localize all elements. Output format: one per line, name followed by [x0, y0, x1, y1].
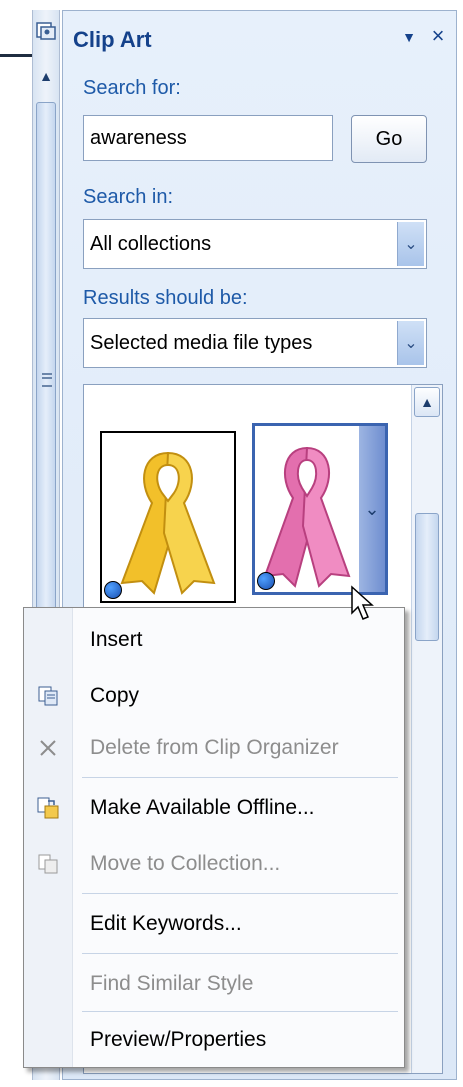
media-type-value: Selected media file types	[90, 331, 313, 354]
pane-close-icon[interactable]: ×	[427, 25, 449, 47]
offline-icon	[36, 796, 60, 820]
delete-icon	[36, 736, 60, 760]
menu-item-label: Delete from Clip Organizer	[90, 736, 339, 759]
menu-separator	[82, 953, 398, 954]
document-edge	[0, 54, 32, 57]
scrollbar-grip-icon	[42, 373, 52, 387]
menu-item-label: Find Similar Style	[90, 972, 254, 995]
clip-options-chevron-down-icon[interactable]: ⌄	[359, 426, 385, 592]
menu-separator	[82, 1011, 398, 1012]
pane-title: Clip Art	[73, 27, 152, 52]
search-in-value: All collections	[90, 232, 212, 255]
menu-item-move-to-collection[interactable]: Move to Collection...	[24, 838, 404, 890]
media-type-select[interactable]: Selected media file types ⌄	[83, 318, 427, 368]
search-input-value: awareness	[90, 126, 187, 149]
mouse-cursor-icon	[351, 585, 374, 620]
clip-thumbnail-yellow-ribbon[interactable]	[100, 431, 236, 603]
results-scrollbar-thumb[interactable]	[415, 513, 439, 641]
menu-item-delete-from-clip-organizer[interactable]: Delete from Clip Organizer	[24, 722, 404, 774]
results-scroll-up-icon[interactable]: ▲	[414, 387, 440, 417]
menu-separator	[82, 777, 398, 778]
search-input[interactable]: awareness	[83, 115, 333, 161]
search-for-label: Search for:	[83, 77, 181, 99]
go-button[interactable]: Go	[351, 115, 427, 163]
chevron-down-icon[interactable]: ⌄	[397, 222, 424, 266]
results-should-be-label: Results should be:	[83, 287, 248, 309]
clip-thumbnail-pink-ribbon[interactable]: ⌄	[252, 423, 388, 595]
menu-item-label: Move to Collection...	[90, 852, 281, 875]
menu-item-label: Make Available Offline...	[90, 796, 315, 819]
chevron-down-icon[interactable]: ⌄	[397, 321, 424, 365]
copy-icon	[36, 684, 60, 708]
menu-separator	[82, 893, 398, 894]
menu-item-preview-properties[interactable]: Preview/Properties	[24, 1014, 404, 1066]
menu-item-label: Insert	[90, 628, 143, 651]
menu-item-label: Copy	[90, 684, 140, 707]
move-icon	[36, 852, 60, 876]
search-in-select[interactable]: All collections ⌄	[83, 219, 427, 269]
menu-item-insert[interactable]: Insert	[24, 614, 404, 666]
results-scrollbar[interactable]: ▲	[411, 385, 442, 1073]
menu-item-edit-keywords[interactable]: Edit Keywords...	[24, 898, 404, 950]
scrollbar-thumb[interactable]	[36, 102, 56, 662]
menu-item-find-similar-style[interactable]: Find Similar Style	[24, 958, 404, 1010]
yellow-ribbon-icon	[120, 451, 216, 595]
search-in-label: Search in:	[83, 186, 174, 208]
scroll-up-arrow-icon[interactable]: ▲	[35, 56, 57, 96]
menu-item-copy[interactable]: Copy	[24, 670, 404, 722]
menu-item-make-available-offline[interactable]: Make Available Offline...	[24, 782, 404, 834]
pink-ribbon-icon	[263, 446, 351, 588]
clip-art-pane-icon	[35, 20, 57, 42]
web-clip-globe-icon	[257, 572, 275, 590]
menu-item-label: Preview/Properties	[90, 1028, 267, 1051]
pane-options-dropdown-icon[interactable]: ▼	[399, 27, 419, 47]
clip-context-menu: Insert Copy Delete from Clip Organizer M…	[23, 607, 405, 1068]
menu-item-label: Edit Keywords...	[90, 912, 242, 935]
web-clip-globe-icon	[104, 581, 122, 599]
